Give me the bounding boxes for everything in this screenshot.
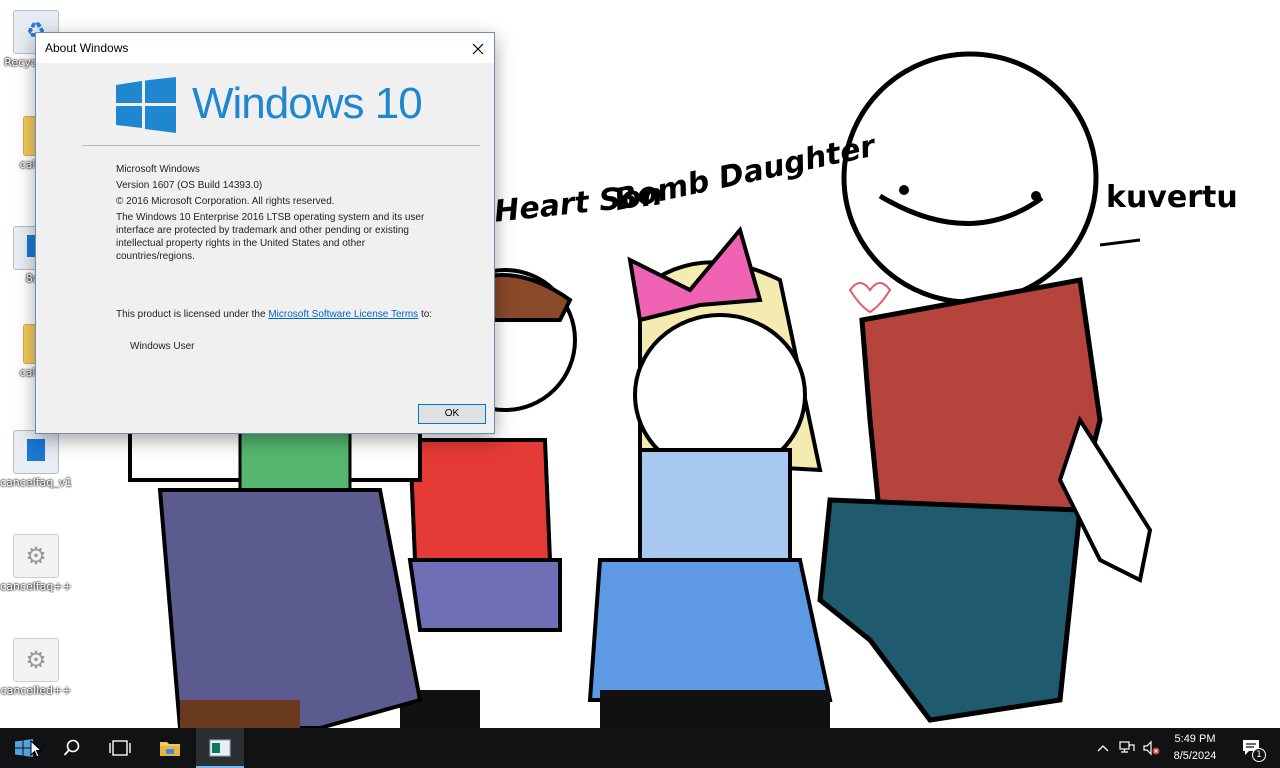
settings-file-icon: ⚙ xyxy=(13,534,59,578)
clock-time: 5:49 PM xyxy=(1174,733,1216,745)
network-icon xyxy=(1119,741,1135,753)
wallpaper-label-kuvertu: kuvertu xyxy=(1106,180,1238,215)
desktop-icon-label: cancelfaq++ xyxy=(0,580,72,593)
legal-text: The Windows 10 Enterprise 2016 LTSB oper… xyxy=(116,212,425,262)
license-suffix: to: xyxy=(418,309,433,320)
settings-file-icon: ⚙ xyxy=(13,638,59,682)
show-hidden-icons-button[interactable] xyxy=(1094,728,1112,768)
search-icon xyxy=(63,739,80,756)
chevron-up-icon xyxy=(1097,745,1109,752)
windows-logo-icon xyxy=(116,77,176,133)
volume-muted-icon xyxy=(1143,740,1160,756)
mouse-cursor-icon xyxy=(30,740,42,758)
licensed-user: Windows User xyxy=(130,341,195,352)
document-icon xyxy=(13,430,59,474)
notification-count-badge: 1 xyxy=(1252,748,1266,762)
license-statement: This product is licensed under the Micro… xyxy=(116,308,446,321)
clock-date: 8/5/2024 xyxy=(1173,750,1217,762)
close-button[interactable] xyxy=(462,33,494,63)
taskbar: 5:49 PM 8/5/2024 1 xyxy=(0,728,1280,768)
desktop-icon-cancelfaq-v1[interactable]: cancelfaq_v1 xyxy=(0,430,72,489)
task-view-button[interactable] xyxy=(96,728,144,768)
desktop-icon-cancelled[interactable]: ⚙ cancelled++ xyxy=(0,638,72,697)
license-prefix: This product is licensed under the xyxy=(116,309,269,320)
file-explorer-icon xyxy=(160,742,180,756)
windows-logo-banner: Windows 10 xyxy=(116,77,446,137)
copyright-text: © 2016 Microsoft Corporation. All rights… xyxy=(116,196,335,207)
ok-button[interactable]: OK xyxy=(418,404,486,424)
dialog-divider xyxy=(82,145,480,146)
taskbar-clock[interactable]: 5:49 PM 8/5/2024 xyxy=(1166,731,1224,765)
product-name: Microsoft Windows xyxy=(116,164,200,175)
version-text: Version 1607 (OS Build 14393.0) xyxy=(116,180,263,191)
action-center-button[interactable]: 1 xyxy=(1232,728,1272,768)
volume-button[interactable] xyxy=(1140,728,1162,768)
desktop-icon-label: cancelfaq_v1 xyxy=(0,476,72,489)
winver-app-icon xyxy=(209,739,231,757)
desktop-icon-label: cancelled++ xyxy=(0,684,72,697)
windows-logo-text: Windows 10 xyxy=(192,79,423,128)
license-terms-link[interactable]: Microsoft Software License Terms xyxy=(268,309,418,320)
task-view-icon xyxy=(109,740,131,756)
dialog-titlebar[interactable]: About Windows xyxy=(36,33,494,63)
dialog-title: About Windows xyxy=(45,41,129,55)
file-explorer-button[interactable] xyxy=(146,728,194,768)
network-button[interactable] xyxy=(1116,728,1138,768)
close-icon xyxy=(472,43,484,54)
about-windows-dialog: About Windows Windows 10 Microsoft Windo… xyxy=(35,32,495,434)
desktop-icon-cancelfaq[interactable]: ⚙ cancelfaq++ xyxy=(0,534,72,593)
search-button[interactable] xyxy=(48,728,96,768)
winver-app-button[interactable] xyxy=(196,728,244,768)
